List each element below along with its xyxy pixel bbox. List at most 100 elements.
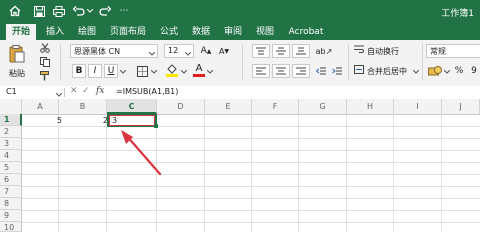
clipboard-icon <box>9 45 25 66</box>
column-header[interactable]: B <box>59 99 107 114</box>
increase-indent-icon[interactable] <box>330 64 344 78</box>
tab-insert[interactable]: 插入 <box>42 24 68 40</box>
column-header[interactable]: A <box>22 99 59 114</box>
tab-page-layout[interactable]: 页面布局 <box>106 24 150 40</box>
wrap-text-label: 自动换行 <box>367 46 399 56</box>
row-header[interactable]: 4 <box>0 150 22 162</box>
wrap-text-button[interactable]: 自动换行 <box>354 44 418 58</box>
merge-dropdown-icon[interactable] <box>412 68 420 76</box>
column-header[interactable]: D <box>157 99 205 114</box>
row-header[interactable]: 3 <box>0 138 22 150</box>
paste-button[interactable]: 粘贴 <box>4 42 30 82</box>
formula-bar-divider <box>64 88 65 97</box>
row-header[interactable]: 5 <box>0 162 22 174</box>
select-all-corner[interactable] <box>0 99 22 114</box>
bold-button[interactable]: B <box>72 64 86 78</box>
tab-acrobat[interactable]: Acrobat <box>284 24 328 40</box>
column-header[interactable]: I <box>394 99 442 114</box>
ribbon: 粘贴 思源黑体 CN 12 A ▲ A ▼ B I U A ab↗ 自动换行 合… <box>0 40 480 87</box>
cancel-icon[interactable]: ✕ <box>70 86 78 96</box>
font-name-select[interactable]: 思源黑体 CN <box>70 44 158 58</box>
chevron-down-icon <box>184 49 192 59</box>
save-icon[interactable] <box>32 3 46 19</box>
column-header[interactable]: F <box>252 99 299 114</box>
document-title: 工作簿1 <box>441 9 474 19</box>
align-right-icon[interactable] <box>292 64 310 78</box>
tab-review[interactable]: 审阅 <box>220 24 246 40</box>
enter-icon[interactable]: ✓ <box>82 86 90 96</box>
column-header[interactable]: J <box>442 99 480 114</box>
percent-style-button[interactable]: % <box>452 64 466 78</box>
fill-color-icon[interactable] <box>164 62 180 78</box>
orientation-icon[interactable]: ab↗ <box>314 44 334 58</box>
number-format-select[interactable]: 常规 <box>426 44 480 58</box>
currency-format-icon[interactable] <box>426 64 444 78</box>
ribbon-divider <box>60 44 61 80</box>
wrap-text-icon <box>354 45 364 57</box>
tab-formulas[interactable]: 公式 <box>156 24 182 40</box>
copy-icon[interactable] <box>38 56 52 68</box>
column-header[interactable]: E <box>205 99 252 114</box>
redo-icon[interactable] <box>98 3 112 19</box>
row-header[interactable]: 8 <box>0 198 22 210</box>
align-bottom-icon[interactable] <box>292 44 310 58</box>
worksheet-grid[interactable]: 1 2 3 4 5 6 7 8 9 10 5 2 3 <box>0 114 480 232</box>
font-name-value: 思源黑体 CN <box>74 47 121 56</box>
currency-dropdown-icon[interactable] <box>444 68 450 76</box>
ribbon-tabs: 开始 插入 绘图 页面布局 公式 数据 审阅 视图 Acrobat <box>0 24 480 40</box>
increase-font-size-button[interactable]: A ▲ <box>198 44 214 58</box>
merge-center-icon <box>354 65 364 77</box>
paste-label: 粘贴 <box>9 69 25 78</box>
ribbon-divider <box>422 44 423 80</box>
borders-icon[interactable] <box>134 64 150 78</box>
row-header[interactable]: 9 <box>0 210 22 222</box>
cut-icon[interactable] <box>38 42 52 54</box>
row-header[interactable]: 7 <box>0 186 22 198</box>
borders-dropdown-icon[interactable] <box>150 68 158 76</box>
font-color-icon[interactable]: A <box>192 62 206 78</box>
column-header[interactable]: C <box>107 99 157 114</box>
undo-dropdown-icon[interactable] <box>86 3 94 19</box>
row-header[interactable]: 10 <box>0 222 22 232</box>
font-size-select[interactable]: 12 <box>164 44 194 58</box>
name-box[interactable]: C1 <box>6 87 17 96</box>
chevron-down-icon <box>148 49 156 59</box>
align-middle-icon[interactable] <box>272 44 290 58</box>
font-size-value: 12 <box>168 46 179 55</box>
merge-center-label: 合并后居中 <box>367 66 407 76</box>
print-icon[interactable] <box>52 3 66 19</box>
underline-button[interactable]: U <box>104 64 118 78</box>
column-header[interactable]: H <box>347 99 394 114</box>
align-left-icon[interactable] <box>252 64 270 78</box>
format-painter-icon[interactable] <box>38 70 52 82</box>
cell-c1[interactable]: 3 <box>112 115 117 127</box>
decrease-indent-icon[interactable] <box>314 64 328 78</box>
title-bar: ⋯ 工作簿1 <box>0 0 480 24</box>
tab-view[interactable]: 视图 <box>252 24 278 40</box>
undo-icon[interactable] <box>72 3 86 19</box>
tab-data[interactable]: 数据 <box>188 24 214 40</box>
underline-dropdown-icon[interactable] <box>119 68 127 76</box>
cell-a1[interactable]: 5 <box>22 115 62 127</box>
column-header[interactable]: G <box>299 99 347 114</box>
fill-color-dropdown-icon[interactable] <box>180 68 188 76</box>
merge-center-button[interactable]: 合并后居中 <box>354 64 418 78</box>
row-header[interactable]: 1 <box>0 114 22 126</box>
fill-handle[interactable] <box>154 124 158 128</box>
decrease-font-size-button[interactable]: A ▼ <box>216 44 232 58</box>
tab-home[interactable]: 开始 <box>6 24 36 40</box>
row-header[interactable]: 2 <box>0 126 22 138</box>
row-header[interactable]: 6 <box>0 174 22 186</box>
align-center-icon[interactable] <box>272 64 290 78</box>
italic-button[interactable]: I <box>88 64 102 78</box>
tab-draw[interactable]: 绘图 <box>74 24 100 40</box>
align-top-icon[interactable] <box>252 44 270 58</box>
font-color-dropdown-icon[interactable] <box>206 68 214 76</box>
comma-style-button[interactable]: 9 <box>468 64 480 78</box>
cell-b1[interactable]: 2 <box>59 115 108 127</box>
more-commands-icon[interactable]: ⋯ <box>118 3 130 19</box>
home-icon[interactable] <box>8 3 22 19</box>
formula-input[interactable]: =IMSUB(A1,B1) <box>116 87 178 96</box>
formula-bar: C1 ✕ ✓ fx =IMSUB(A1,B1) <box>0 86 480 100</box>
insert-function-button[interactable]: fx <box>96 86 104 96</box>
